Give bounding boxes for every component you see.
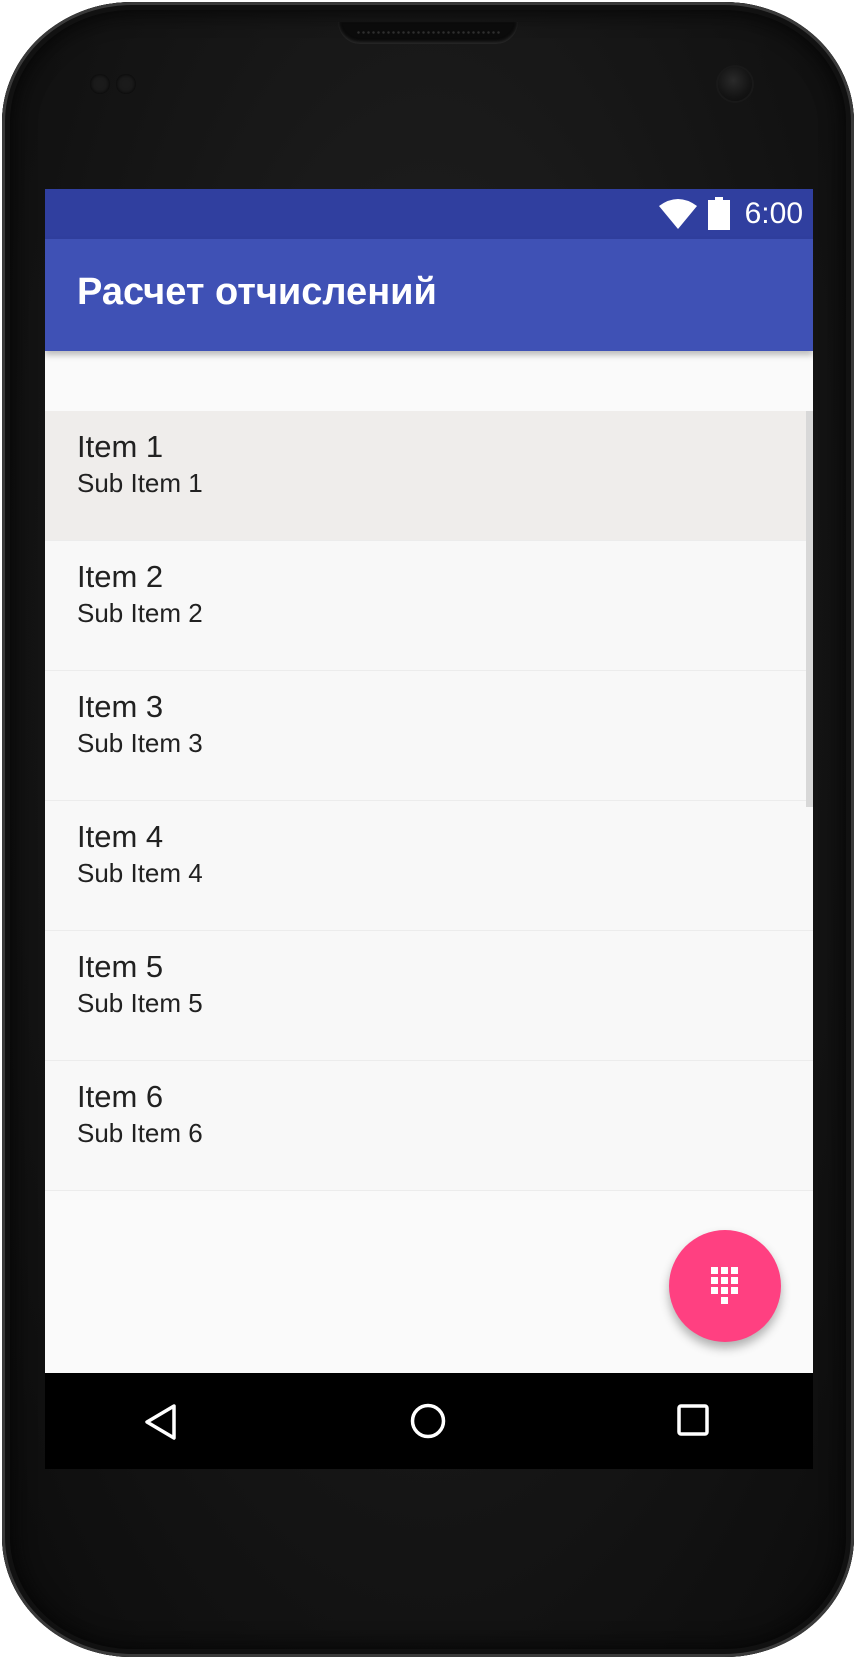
home-icon[interactable] — [410, 1403, 446, 1439]
scrollbar[interactable] — [806, 411, 813, 807]
battery-icon — [708, 197, 730, 230]
list-item[interactable]: Item 4 Sub Item 4 — [45, 801, 813, 931]
item-subtitle: Sub Item 1 — [77, 468, 203, 498]
item-title: Item 4 — [77, 819, 164, 854]
app-bar: Расчет отчислений — [45, 239, 813, 351]
item-title: Item 1 — [77, 429, 164, 464]
list-item[interactable]: Item 2 Sub Item 2 — [45, 541, 813, 671]
page-title: Расчет отчислений — [77, 271, 437, 313]
device-frame: 6:00 Расчет отчислений Item 1 Sub Item 1… — [2, 2, 854, 1657]
item-subtitle: Sub Item 6 — [77, 1118, 203, 1148]
earpiece-speaker — [338, 22, 518, 44]
item-subtitle: Sub Item 5 — [77, 988, 203, 1018]
item-title: Item 6 — [77, 1079, 164, 1114]
dialpad-icon — [711, 1267, 738, 1304]
list-item[interactable]: Item 1 Sub Item 1 — [45, 411, 813, 541]
recents-icon[interactable] — [677, 1404, 709, 1436]
item-list: Item 1 Sub Item 1 Item 2 Sub Item 2 Item… — [45, 411, 813, 1191]
list-item[interactable]: Item 6 Sub Item 6 — [45, 1061, 813, 1191]
item-title: Item 2 — [77, 559, 164, 594]
item-subtitle: Sub Item 4 — [77, 858, 203, 888]
navigation-bar — [45, 1373, 813, 1469]
wifi-icon — [659, 199, 697, 229]
dialpad-fab-button[interactable] — [669, 1230, 781, 1342]
front-camera — [718, 67, 752, 101]
screen: 6:00 Расчет отчислений Item 1 Sub Item 1… — [45, 189, 813, 1469]
status-bar: 6:00 — [45, 189, 813, 239]
status-time: 6:00 — [744, 197, 803, 230]
item-subtitle: Sub Item 2 — [77, 598, 203, 628]
proximity-sensor — [90, 74, 110, 94]
light-sensor — [116, 74, 136, 94]
item-title: Item 5 — [77, 949, 164, 984]
list-item[interactable]: Item 5 Sub Item 5 — [45, 931, 813, 1061]
item-subtitle: Sub Item 3 — [77, 728, 203, 758]
item-title: Item 3 — [77, 689, 164, 724]
back-icon[interactable] — [143, 1403, 177, 1441]
list-item[interactable]: Item 3 Sub Item 3 — [45, 671, 813, 801]
